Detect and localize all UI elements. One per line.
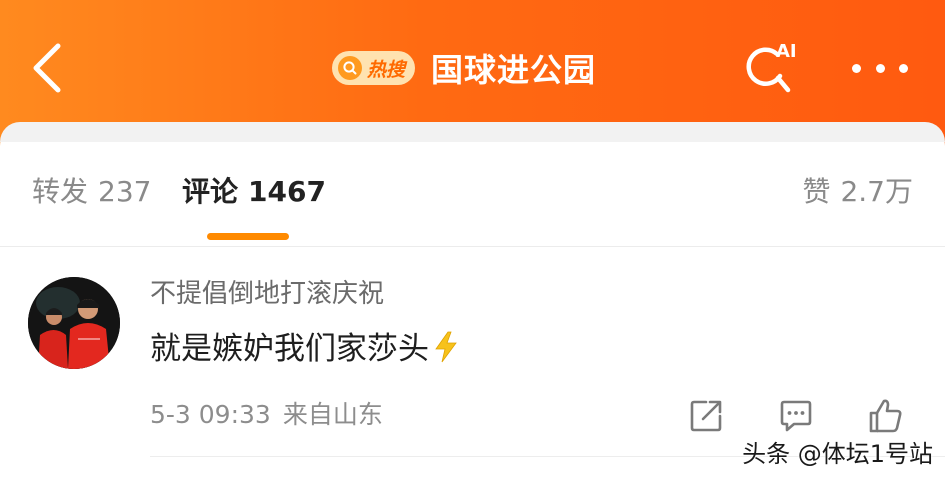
- comment-meta: 5-3 09:33 来自山东: [150, 397, 383, 433]
- more-dot: [852, 63, 861, 73]
- avatar-image: [28, 277, 120, 369]
- hot-badge-label: 热搜: [367, 58, 406, 81]
- tab-comment-count: 1467: [248, 175, 326, 208]
- comment-body: 就是嫉妒我们家莎头: [150, 327, 459, 371]
- like-icon: [869, 399, 902, 433]
- more-button[interactable]: [852, 60, 908, 76]
- ai-search-icon: AI: [746, 41, 797, 93]
- more-dot: [899, 63, 908, 73]
- tab-like[interactable]: 赞 2.7万: [802, 172, 913, 212]
- comment-location: 来自山东: [282, 400, 383, 429]
- share-button[interactable]: [686, 396, 726, 436]
- avatar[interactable]: [28, 277, 120, 369]
- tab-repost-label: 转发: [32, 175, 89, 208]
- reply-button[interactable]: [776, 396, 816, 436]
- tab-comment-label: 评论: [182, 175, 239, 208]
- ai-search-button[interactable]: AI: [740, 36, 800, 96]
- tab-repost[interactable]: 转发 237: [32, 172, 151, 212]
- comment-timestamp: 5-3 09:33: [150, 400, 271, 429]
- share-icon: [690, 400, 722, 432]
- ai-label: AI: [776, 41, 797, 62]
- back-button[interactable]: [28, 42, 68, 94]
- like-button[interactable]: [866, 396, 906, 436]
- active-tab-indicator: [207, 233, 289, 240]
- card-top-strip: [0, 122, 945, 142]
- comment-text: 就是嫉妒我们家莎头: [150, 331, 429, 367]
- chevron-left-icon: [33, 43, 61, 93]
- comment-username[interactable]: 不提倡倒地打滚庆祝: [150, 277, 384, 311]
- tab-comment[interactable]: 评论 1467: [182, 172, 326, 212]
- hot-search-badge: 热搜: [332, 51, 416, 85]
- tab-like-count: 2.7万: [840, 175, 913, 208]
- reply-icon: [780, 400, 812, 432]
- watermark: 头条 @体坛1号站: [742, 440, 933, 468]
- more-dot: [875, 63, 885, 73]
- tabs-divider: [0, 246, 945, 247]
- tab-like-label: 赞: [802, 175, 831, 208]
- topic-title: 国球进公园: [431, 51, 597, 89]
- search-icon: [338, 56, 362, 80]
- lightning-icon: [435, 331, 457, 363]
- topic-header[interactable]: 热搜 国球进公园: [332, 46, 596, 90]
- tab-repost-count: 237: [98, 175, 152, 208]
